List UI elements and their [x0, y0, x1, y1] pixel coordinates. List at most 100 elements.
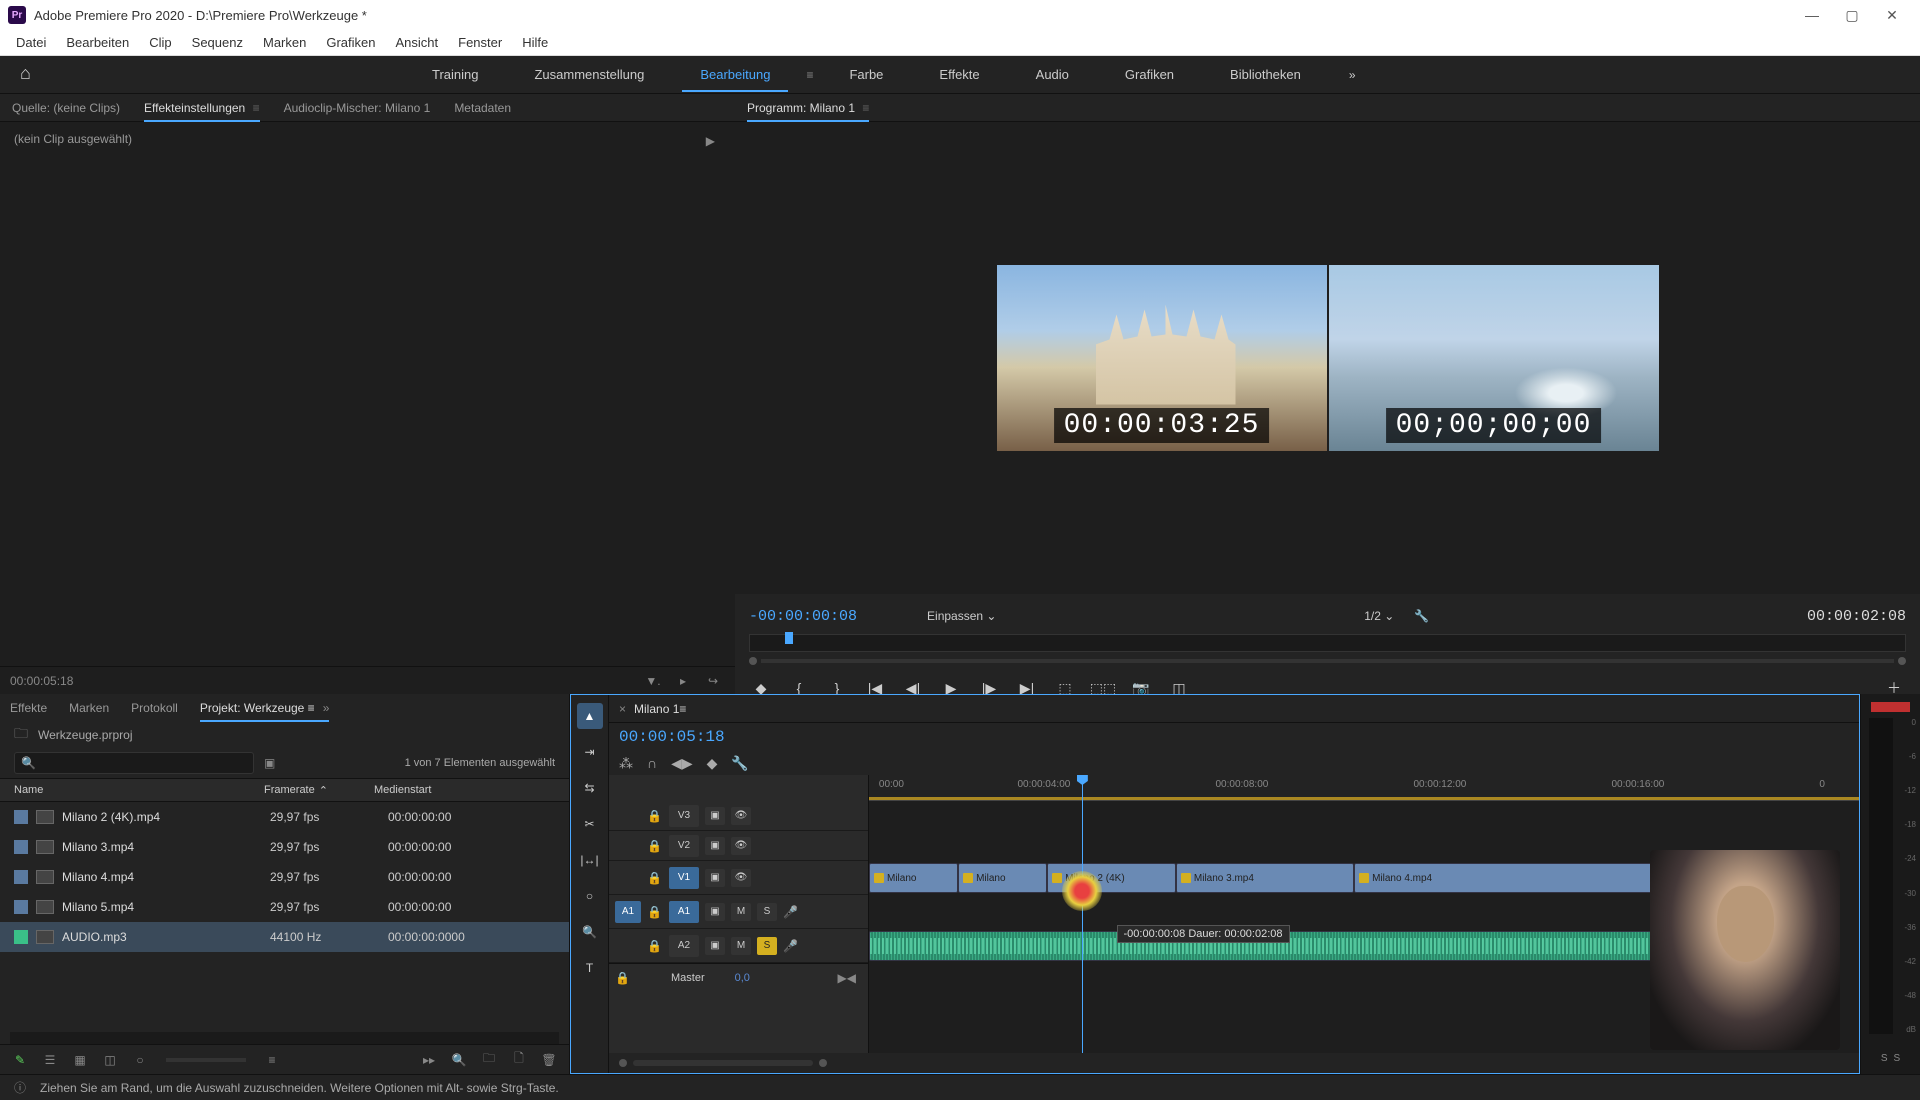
speaker-icon[interactable]: ▶◀ — [838, 971, 856, 985]
tab-quelle[interactable]: Quelle: (keine Clips) — [12, 95, 120, 121]
project-item[interactable]: AUDIO.mp3 44100 Hz 00:00:00:0000 — [0, 922, 569, 952]
ripple-edit-tool[interactable]: ⇆ — [577, 775, 603, 801]
menu-sequenz[interactable]: Sequenz — [184, 31, 251, 54]
project-search-input[interactable]: 🔍 — [14, 752, 254, 774]
sort-icon[interactable]: ≡ — [262, 1050, 282, 1070]
mute-button[interactable]: M — [731, 903, 751, 921]
workspace-training[interactable]: Training — [404, 57, 506, 92]
workspace-audio[interactable]: Audio — [1008, 57, 1097, 92]
new-item-icon[interactable]: 🗋 — [509, 1050, 529, 1070]
program-duration-tc[interactable]: 00:00:02:08 — [1807, 608, 1906, 625]
workspace-grafiken[interactable]: Grafiken — [1097, 57, 1202, 92]
home-icon[interactable]: ⌂ — [20, 63, 44, 87]
toggle-sync-lock-icon[interactable]: 👁 — [731, 807, 751, 825]
zoom-slider[interactable] — [166, 1058, 246, 1062]
project-item[interactable]: Milano 3.mp4 29,97 fps 00:00:00:00 — [0, 832, 569, 862]
linked-selection-icon[interactable]: ∩ — [647, 755, 657, 771]
lock-icon[interactable]: 🔒 — [647, 905, 663, 919]
menu-marken[interactable]: Marken — [255, 31, 314, 54]
tab-projekt[interactable]: Projekt: Werkzeuge ≡» — [200, 695, 330, 721]
workspace-bibliotheken[interactable]: Bibliotheken — [1202, 57, 1329, 92]
toggle-output-icon[interactable]: ▣ — [705, 807, 725, 825]
panel-overflow-icon[interactable]: » — [323, 701, 330, 715]
insert-icon[interactable]: ▸ — [671, 669, 695, 693]
new-bin-from-search-icon[interactable]: ▣ — [264, 756, 275, 770]
program-menu-icon[interactable]: ≡ — [859, 101, 869, 115]
toggle-output-icon[interactable]: ▣ — [705, 837, 725, 855]
voice-over-icon[interactable]: 🎤 — [783, 905, 798, 919]
settings-icon[interactable]: 🔧 — [1414, 609, 1429, 623]
master-level[interactable]: 0,0 — [735, 972, 750, 984]
workspace-farbe[interactable]: Farbe — [821, 57, 911, 92]
tab-audioclip-mischer[interactable]: Audioclip-Mischer: Milano 1 — [284, 95, 431, 121]
tab-metadaten[interactable]: Metadaten — [454, 95, 511, 121]
tab-protokoll[interactable]: Protokoll — [131, 695, 178, 721]
panel-menu-icon[interactable]: ≡ — [249, 101, 259, 115]
audio-clip[interactable] — [869, 931, 1750, 961]
video-clip[interactable]: Milano — [869, 863, 958, 893]
video-clip[interactable]: Milano 2 (4K) — [1047, 863, 1176, 893]
voice-over-icon[interactable]: 🎤 — [783, 939, 798, 953]
track-header-a1[interactable]: A1🔒A1▣MS🎤 — [609, 895, 868, 928]
menu-grafiken[interactable]: Grafiken — [318, 31, 383, 54]
project-item[interactable]: Milano 2 (4K).mp4 29,97 fps 00:00:00:00 — [0, 802, 569, 832]
new-bin-icon[interactable]: 🗀 — [479, 1050, 499, 1070]
close-sequence-icon[interactable]: × — [619, 702, 626, 716]
tab-effekte[interactable]: Effekte — [10, 695, 47, 721]
solo-button[interactable]: S — [757, 937, 777, 955]
freeform-view-icon[interactable]: ✎ — [10, 1050, 30, 1070]
program-zoom-bar[interactable] — [749, 656, 1906, 666]
filter-icon[interactable]: ▼. — [641, 669, 665, 693]
program-offset-tc[interactable]: -00:00:00:08 — [749, 608, 857, 625]
zoom-out-icon[interactable]: ○ — [130, 1050, 150, 1070]
menu-hilfe[interactable]: Hilfe — [514, 31, 556, 54]
toggle-output-icon[interactable]: ▣ — [705, 937, 725, 955]
project-item[interactable]: Milano 4.mp4 29,97 fps 00:00:00:00 — [0, 862, 569, 892]
slip-tool[interactable]: |↔| — [577, 847, 603, 873]
menu-ansicht[interactable]: Ansicht — [387, 31, 446, 54]
track-header-v3[interactable]: 🔒V3▣👁 — [609, 801, 868, 830]
track-header-v1[interactable]: 🔒V1▣👁 — [609, 861, 868, 894]
maximize-button[interactable]: ▢ — [1832, 0, 1872, 30]
timeline-timecode[interactable]: 00:00:05:18 — [619, 728, 725, 746]
snap-icon[interactable]: ⁂ — [619, 755, 633, 772]
toggle-output-icon[interactable]: ▣ — [705, 903, 725, 921]
marker-icon[interactable]: ◆ — [707, 755, 718, 772]
timeline-menu-icon[interactable]: ≡ — [679, 702, 686, 716]
mute-button[interactable]: M — [731, 937, 751, 955]
header-name[interactable]: Name — [14, 784, 264, 796]
toggle-output-icon[interactable]: ▣ — [705, 869, 725, 887]
header-framerate[interactable]: Framerate ⌃ — [264, 784, 374, 797]
list-view-icon[interactable]: ☰ — [40, 1050, 60, 1070]
video-clip[interactable]: Milano 3.mp4 — [1176, 863, 1354, 893]
track-header-a2[interactable]: 🔒A2▣MS🎤 — [609, 929, 868, 962]
expand-icon[interactable]: ▶ — [706, 134, 715, 148]
tab-effekteinstellungen[interactable]: Effekteinstellungen ≡ — [144, 95, 260, 121]
pen-tool[interactable]: ○ — [577, 883, 603, 909]
close-button[interactable]: ✕ — [1872, 0, 1912, 30]
workspace-effekte[interactable]: Effekte — [911, 57, 1007, 92]
timeline-zoom-bar[interactable] — [609, 1053, 1859, 1073]
tab-programm[interactable]: Programm: Milano 1 ≡ — [747, 95, 869, 121]
bin-icon[interactable]: 🗀 — [14, 723, 28, 747]
workspace-bearbeitung[interactable]: Bearbeitung — [672, 57, 798, 92]
playhead[interactable] — [1082, 775, 1083, 1053]
solo-left[interactable]: S — [1881, 1053, 1888, 1064]
toggle-sync-lock-icon[interactable]: 👁 — [731, 837, 751, 855]
solo-button[interactable]: S — [757, 903, 777, 921]
sequence-tab[interactable]: Milano 1 — [634, 702, 679, 716]
project-item[interactable]: Milano 5.mp4 29,97 fps 00:00:00:00 — [0, 892, 569, 922]
zoom-fit-dropdown[interactable]: Einpassen ⌄ — [927, 609, 996, 623]
type-tool[interactable]: T — [577, 955, 603, 981]
razor-tool[interactable]: ✂ — [577, 811, 603, 837]
header-medienstart[interactable]: Medienstart — [374, 784, 494, 796]
minimize-button[interactable]: — — [1792, 0, 1832, 30]
delete-icon[interactable]: 🗑 — [539, 1050, 559, 1070]
selection-tool[interactable]: ▲ — [577, 703, 603, 729]
track-header-v2[interactable]: 🔒V2▣👁 — [609, 831, 868, 860]
menu-datei[interactable]: Datei — [8, 31, 54, 54]
hand-tool[interactable]: 🔍 — [577, 919, 603, 945]
lock-icon[interactable]: 🔒 — [615, 971, 631, 985]
overwrite-icon[interactable]: ↪ — [701, 669, 725, 693]
menu-clip[interactable]: Clip — [141, 31, 179, 54]
